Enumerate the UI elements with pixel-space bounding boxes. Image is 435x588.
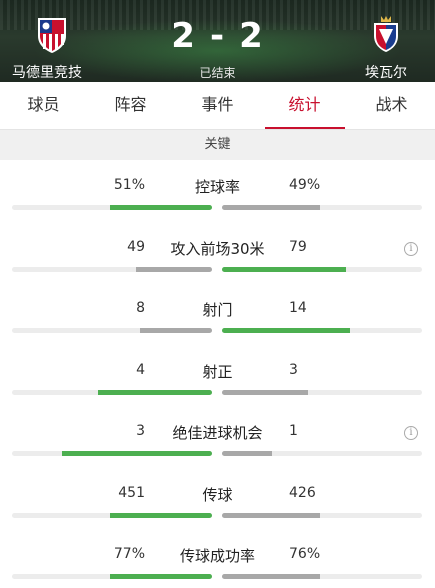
away-stat-bar-fill — [222, 389, 308, 395]
away-stat-bar — [222, 451, 422, 456]
away-stat-bar-fill — [222, 574, 320, 579]
tab-bar: 球员 阵容 事件 统计 战术 — [0, 82, 435, 130]
stat-row-pass-accuracy: 77% 传球成功率 76% — [0, 529, 435, 588]
stat-label: 传球成功率 — [179, 547, 255, 565]
stat-label: 攻入前场30米 — [170, 239, 265, 258]
home-stat-bar — [12, 574, 212, 579]
stats-list: 51% 控球率 49% 49 攻入前场30米 79 i 8 射门 14 4 射正… — [0, 160, 435, 588]
match-status: 已结束 — [199, 66, 236, 80]
stat-row-shots-on-target: 4 射正 3 — [0, 345, 435, 407]
home-stat-bar — [12, 205, 212, 210]
info-icon[interactable]: i — [404, 241, 418, 256]
home-stat-bar — [12, 512, 212, 518]
away-stat-bar — [222, 266, 422, 272]
away-stat-value: 14 — [289, 300, 307, 316]
away-stat-value: 426 — [289, 484, 316, 501]
home-stat-bar-fill — [110, 205, 212, 210]
away-stat-value: 3 — [289, 361, 298, 378]
tab-players[interactable]: 球员 — [0, 82, 87, 129]
away-stat-bar-fill — [222, 205, 320, 210]
stat-label: 绝佳进球机会 — [172, 424, 263, 442]
away-stat-bar — [222, 205, 422, 210]
away-stat-value: 79 — [289, 238, 307, 255]
info-icon[interactable]: i — [404, 426, 418, 440]
stat-row-final-third-entries: 49 攻入前场30米 79 i — [0, 222, 435, 284]
stat-row-passes: 451 传球 426 — [0, 468, 435, 530]
score-separator: - — [209, 16, 226, 56]
away-score: 2 — [239, 16, 264, 56]
home-stat-bar-fill — [136, 266, 212, 272]
away-stat-bar-fill — [222, 266, 346, 272]
tab-stats[interactable]: 统计 — [261, 82, 348, 129]
stat-label: 传球 — [202, 485, 233, 504]
match-header: 马德里竞技 埃瓦尔 2-2 已结束 — [0, 0, 435, 82]
stat-label: 射正 — [202, 362, 233, 381]
stat-row-possession: 51% 控球率 49% — [0, 160, 435, 222]
home-stat-bar-fill — [110, 574, 212, 579]
home-score: 2 — [171, 16, 196, 56]
stat-row-big-chances: 3 绝佳进球机会 1 i — [0, 406, 435, 468]
away-stat-bar — [222, 512, 422, 518]
away-stat-value: 1 — [289, 423, 298, 439]
away-stat-bar — [222, 328, 422, 333]
home-stat-bar — [12, 328, 212, 333]
tab-lineup[interactable]: 阵容 — [87, 82, 174, 129]
away-stat-bar-fill — [222, 512, 320, 518]
tab-events[interactable]: 事件 — [174, 82, 261, 129]
away-stat-bar-fill — [222, 451, 272, 456]
away-stat-bar — [222, 389, 422, 395]
stat-label: 控球率 — [194, 178, 240, 196]
home-stat-bar-fill — [110, 512, 212, 518]
stat-label: 射门 — [202, 301, 233, 319]
stat-row-shots: 8 射门 14 — [0, 283, 435, 345]
away-stat-value: 76% — [289, 546, 321, 562]
scoreline: 2-2 — [0, 16, 435, 56]
home-stat-bar — [12, 451, 212, 456]
home-stat-bar-fill — [140, 328, 212, 333]
away-stat-bar-fill — [222, 328, 350, 333]
section-header-key: 关键 — [0, 130, 435, 160]
home-stat-bar — [12, 266, 212, 272]
away-stat-value: 49% — [289, 177, 321, 193]
home-stat-bar-fill — [98, 389, 212, 395]
home-stat-bar — [12, 389, 212, 395]
home-stat-bar-fill — [62, 451, 212, 456]
away-stat-bar — [222, 574, 422, 579]
tab-tactics[interactable]: 战术 — [348, 82, 435, 129]
